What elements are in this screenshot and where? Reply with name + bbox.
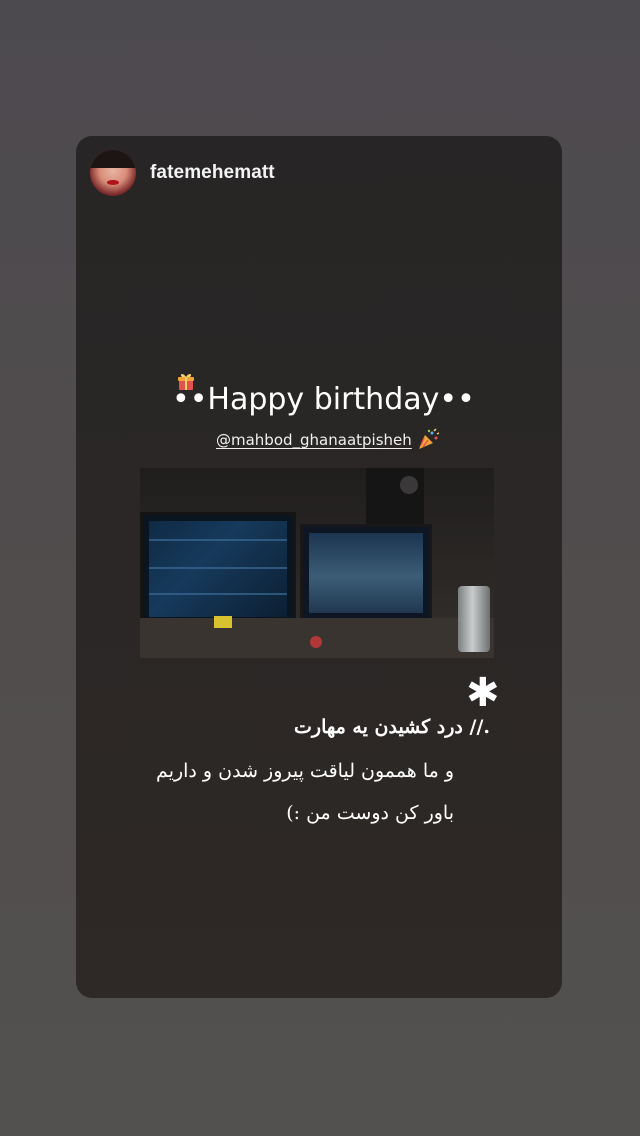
avatar[interactable] xyxy=(90,150,136,196)
right-monitor-shape xyxy=(300,524,432,622)
party-popper-icon xyxy=(418,428,440,449)
screen-band xyxy=(149,593,287,595)
caption-line-3: باور کن دوست من :) xyxy=(286,802,454,824)
caption-line-1: .// درد کشیدن یه مهارت xyxy=(294,716,490,738)
desk-photo xyxy=(140,468,494,658)
avatar-lips xyxy=(107,180,119,185)
left-monitor-shape xyxy=(140,512,296,626)
right-monitor-screen xyxy=(309,533,423,613)
mention-line: @mahbod_ghanaatpisheh xyxy=(216,428,440,452)
sticky-note-shape xyxy=(214,616,232,628)
mug-shape xyxy=(310,636,322,648)
can-shape xyxy=(458,586,490,652)
speaker-shape xyxy=(366,468,424,524)
caption-line-2: و ما هممون لیاقت پیروز شدن و داریم xyxy=(156,760,454,782)
speaker-cone xyxy=(400,476,418,494)
screen-band xyxy=(149,567,287,569)
screen-band xyxy=(149,539,287,541)
username[interactable]: fatemehematt xyxy=(150,162,275,184)
story-header: fatemehematt xyxy=(90,148,275,198)
story-card: fatemehematt ••Happy birthday•• @mahbod_… xyxy=(76,136,562,998)
story-title: ••Happy birthday•• xyxy=(172,382,475,417)
left-monitor-screen xyxy=(149,521,287,617)
mention-link[interactable]: @mahbod_ghanaatpisheh xyxy=(216,431,412,449)
asterisk-icon: ✱ xyxy=(466,670,500,716)
avatar-hair xyxy=(90,150,136,168)
